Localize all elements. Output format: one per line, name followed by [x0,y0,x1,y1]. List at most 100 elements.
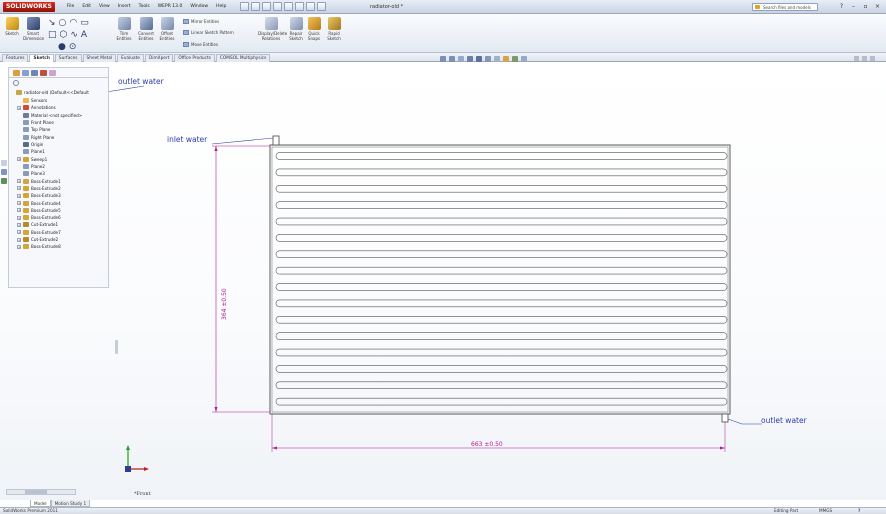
sketch-button[interactable]: Sketch [3,17,21,36]
mirror-entities-button[interactable]: Mirror Entities [183,19,219,24]
spline-icon[interactable]: ∿ [70,30,78,40]
minimize-icon[interactable]: – [849,2,858,11]
inlet-pipe[interactable] [272,135,280,146]
radiator-tube[interactable] [275,299,728,308]
note-outlet-bottom[interactable]: outlet water [761,416,808,425]
view-orientation-icon[interactable] [476,56,482,62]
radiator-tube[interactable] [275,168,728,177]
rebuild-icon[interactable] [306,2,316,11]
configuration-tab-icon[interactable] [31,70,38,76]
feature-tree-item[interactable]: + Boss-Extrude8 [17,243,109,250]
expand-toggle-icon[interactable]: + [17,244,21,249]
save-icon[interactable] [262,2,272,11]
feature-tree-item[interactable]: + Sweep1 [17,156,109,163]
centerline-icon[interactable]: ⊙ [69,42,77,52]
tab-model[interactable]: Model [30,500,51,507]
undo-icon[interactable] [284,2,294,11]
note-inlet[interactable]: inlet water [167,135,208,144]
expand-toggle-icon[interactable]: + [17,193,21,198]
menu-window[interactable]: Window [186,0,212,14]
edit-appearance-icon[interactable] [503,56,509,62]
dimxpert-tab-icon[interactable] [40,70,47,76]
feature-tree-item[interactable]: Plane1 [17,148,109,155]
tab-comsol[interactable]: COMSOL Multiphysics [215,54,271,62]
menu-help[interactable]: Help [212,0,230,14]
trim-entities-button[interactable]: Trim Entities [116,17,132,41]
filter-icon[interactable] [13,80,19,86]
display-manager-tab-icon[interactable] [49,70,56,76]
tab-dimxpert[interactable]: DimXpert [144,54,174,62]
search-input[interactable]: Search files and models [752,3,818,11]
solidworks-logo[interactable]: SOLIDWORKS [3,1,55,12]
horizontal-scrollbar[interactable] [6,489,76,495]
view-palette-icon[interactable] [1,178,7,184]
repair-sketch-button[interactable]: Repair Sketch [288,17,304,41]
offset-entities-button[interactable]: Offset Entities [159,17,175,41]
property-manager-tab-icon[interactable] [22,70,29,76]
menu-wepr[interactable]: WEPR 13.0 [154,0,187,14]
outlet-pipe[interactable] [721,413,729,423]
expand-toggle-icon[interactable]: + [17,230,21,235]
feature-tree-item[interactable]: + Boss-Extrude2 [17,185,109,192]
radiator-tube[interactable] [275,152,728,160]
viewport-split-icon[interactable] [854,56,859,61]
circle-icon[interactable]: ○ [59,18,67,28]
zoom-to-area-icon[interactable] [449,56,455,62]
radiator-tube[interactable] [275,332,728,340]
menu-tools[interactable]: Tools [135,0,154,14]
feature-tree-item[interactable]: Material <not specified> [17,112,109,119]
help-icon[interactable]: ? [837,2,846,11]
feature-tree-item[interactable]: + Cut-Extrude2 [17,236,109,243]
viewport-restore-icon[interactable] [870,56,875,61]
menu-file[interactable]: File [63,0,79,14]
dimension-width[interactable]: 663 ±0.50 [471,441,503,448]
dimension-height[interactable]: 364 ±0.50 [221,288,228,320]
expand-toggle-icon[interactable]: + [17,105,21,110]
rapid-sketch-button[interactable]: Rapid Sketch [326,17,342,41]
select-icon[interactable] [295,2,305,11]
expand-toggle-icon[interactable]: + [17,157,21,162]
radiator-tube[interactable] [275,201,728,209]
tab-sheet-metal[interactable]: Sheet Metal [82,54,117,62]
convert-entities-button[interactable]: Convert Entities [137,17,155,41]
radiator-tube[interactable] [275,365,728,373]
open-file-icon[interactable] [251,2,261,11]
menu-view[interactable]: View [95,0,114,14]
feature-tree-item[interactable]: + Boss-Extrude3 [17,192,109,199]
menu-edit[interactable]: Edit [78,0,95,14]
expand-toggle-icon[interactable]: + [17,186,21,191]
expand-toggle-icon[interactable]: + [17,208,21,213]
section-view-icon[interactable] [467,56,473,62]
radiator-tube[interactable] [275,266,728,275]
feature-tree-item[interactable]: Sensors [17,97,109,104]
point-icon[interactable]: ● [58,42,66,52]
quick-snaps-button[interactable]: Quick Snaps [306,17,322,41]
tab-evaluate[interactable]: Evaluate [117,54,144,62]
file-explorer-icon[interactable] [1,169,7,175]
feature-tree-item[interactable]: Plane3 [17,170,109,177]
display-style-icon[interactable] [485,56,491,62]
tree-splitter[interactable] [115,340,118,354]
feature-tree-item[interactable]: Right Plane [17,134,109,141]
zoom-to-fit-icon[interactable] [440,56,446,62]
linear-pattern-button[interactable]: Linear Sketch Pattern [183,30,234,35]
tab-motion-study[interactable]: Motion Study 1 [50,500,91,507]
units-selector[interactable]: MMGS [819,508,832,514]
feature-tree-item[interactable]: + Boss-Extrude5 [17,207,109,214]
expand-toggle-icon[interactable]: + [17,179,21,184]
feature-tree-item[interactable]: Top Plane [17,126,109,133]
line-icon[interactable]: ↘ [48,18,56,28]
part-root[interactable]: radiator-old (Default<<Default [16,90,89,95]
text-icon[interactable]: A [81,30,87,40]
radiator-tube[interactable] [275,316,728,324]
new-file-icon[interactable] [240,2,250,11]
smart-dimension-button[interactable]: Smart Dimension [23,17,44,41]
radiator-tube[interactable] [275,381,728,390]
design-library-icon[interactable] [1,160,7,166]
radiator-tube[interactable] [275,250,728,259]
note-outlet-top[interactable]: outlet water [118,77,165,86]
feature-tree-item[interactable]: + Boss-Extrude6 [17,214,109,221]
scrollbar-thumb[interactable] [25,490,47,494]
tab-surfaces[interactable]: Surfaces [54,54,82,62]
display-relations-button[interactable]: Display/Delete Relations [258,17,287,41]
